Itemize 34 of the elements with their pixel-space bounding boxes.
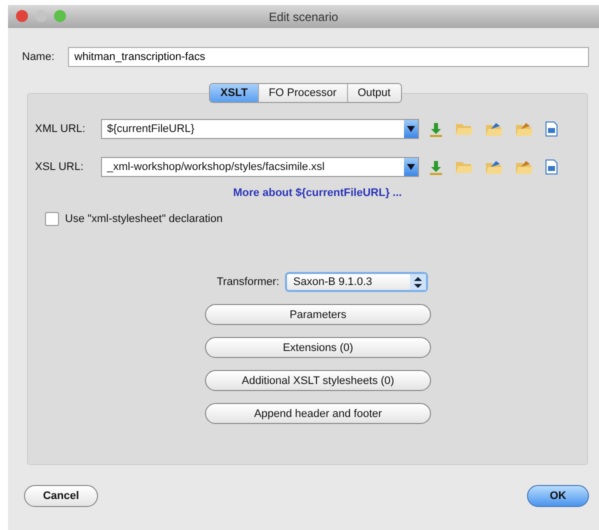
option-button[interactable]: Additional XSLT stylesheets (0) xyxy=(205,370,431,391)
document-icon[interactable] xyxy=(545,121,558,137)
download-icon[interactable] xyxy=(429,160,443,174)
ok-button[interactable]: OK xyxy=(527,485,589,507)
download-icon[interactable] xyxy=(429,122,443,136)
name-field[interactable]: whitman_transcription-facs xyxy=(68,47,589,67)
url-combo-box[interactable]: ${currentFileURL} xyxy=(101,119,419,139)
checkbox-label: Use "xml-stylesheet" declaration xyxy=(65,213,223,225)
folder-arrow-icon[interactable] xyxy=(515,122,533,136)
option-button[interactable]: Append header and footer xyxy=(205,403,431,424)
tab[interactable]: FO Processor xyxy=(258,84,348,102)
checkbox[interactable] xyxy=(45,212,59,226)
option-button[interactable]: Extensions (0) xyxy=(205,337,431,358)
close-button[interactable] xyxy=(16,10,28,22)
tab[interactable]: XSLT xyxy=(210,84,259,102)
option-button[interactable]: Parameters xyxy=(205,304,431,325)
zoom-button[interactable] xyxy=(54,10,66,22)
url-combo-box[interactable]: _xml-workshop/workshop/styles/facsimile.xsl xyxy=(101,157,419,177)
url-label: XML URL: xyxy=(35,123,86,135)
folder-arrow-icon[interactable] xyxy=(515,160,533,174)
folder-arrow-icon[interactable] xyxy=(485,122,503,136)
cancel-button[interactable]: Cancel xyxy=(24,485,98,507)
dropdown-arrow-icon xyxy=(407,126,415,132)
tab[interactable]: Output xyxy=(348,84,401,102)
url-label: XSL URL: xyxy=(35,161,85,173)
document-icon[interactable] xyxy=(545,159,558,175)
help-link[interactable]: More about ${currentFileURL} ... xyxy=(233,187,402,199)
transformer-label: Transformer: xyxy=(216,276,280,288)
window-title: Edit scenario xyxy=(268,10,338,24)
transformer-dropdown[interactable]: Saxon-B 9.1.0.3 xyxy=(285,272,428,292)
name-label: Name: xyxy=(22,51,54,63)
folder-arrow-icon[interactable] xyxy=(485,160,503,174)
stepper-arrows-icon xyxy=(414,276,422,288)
dropdown-arrow-icon xyxy=(407,164,415,170)
